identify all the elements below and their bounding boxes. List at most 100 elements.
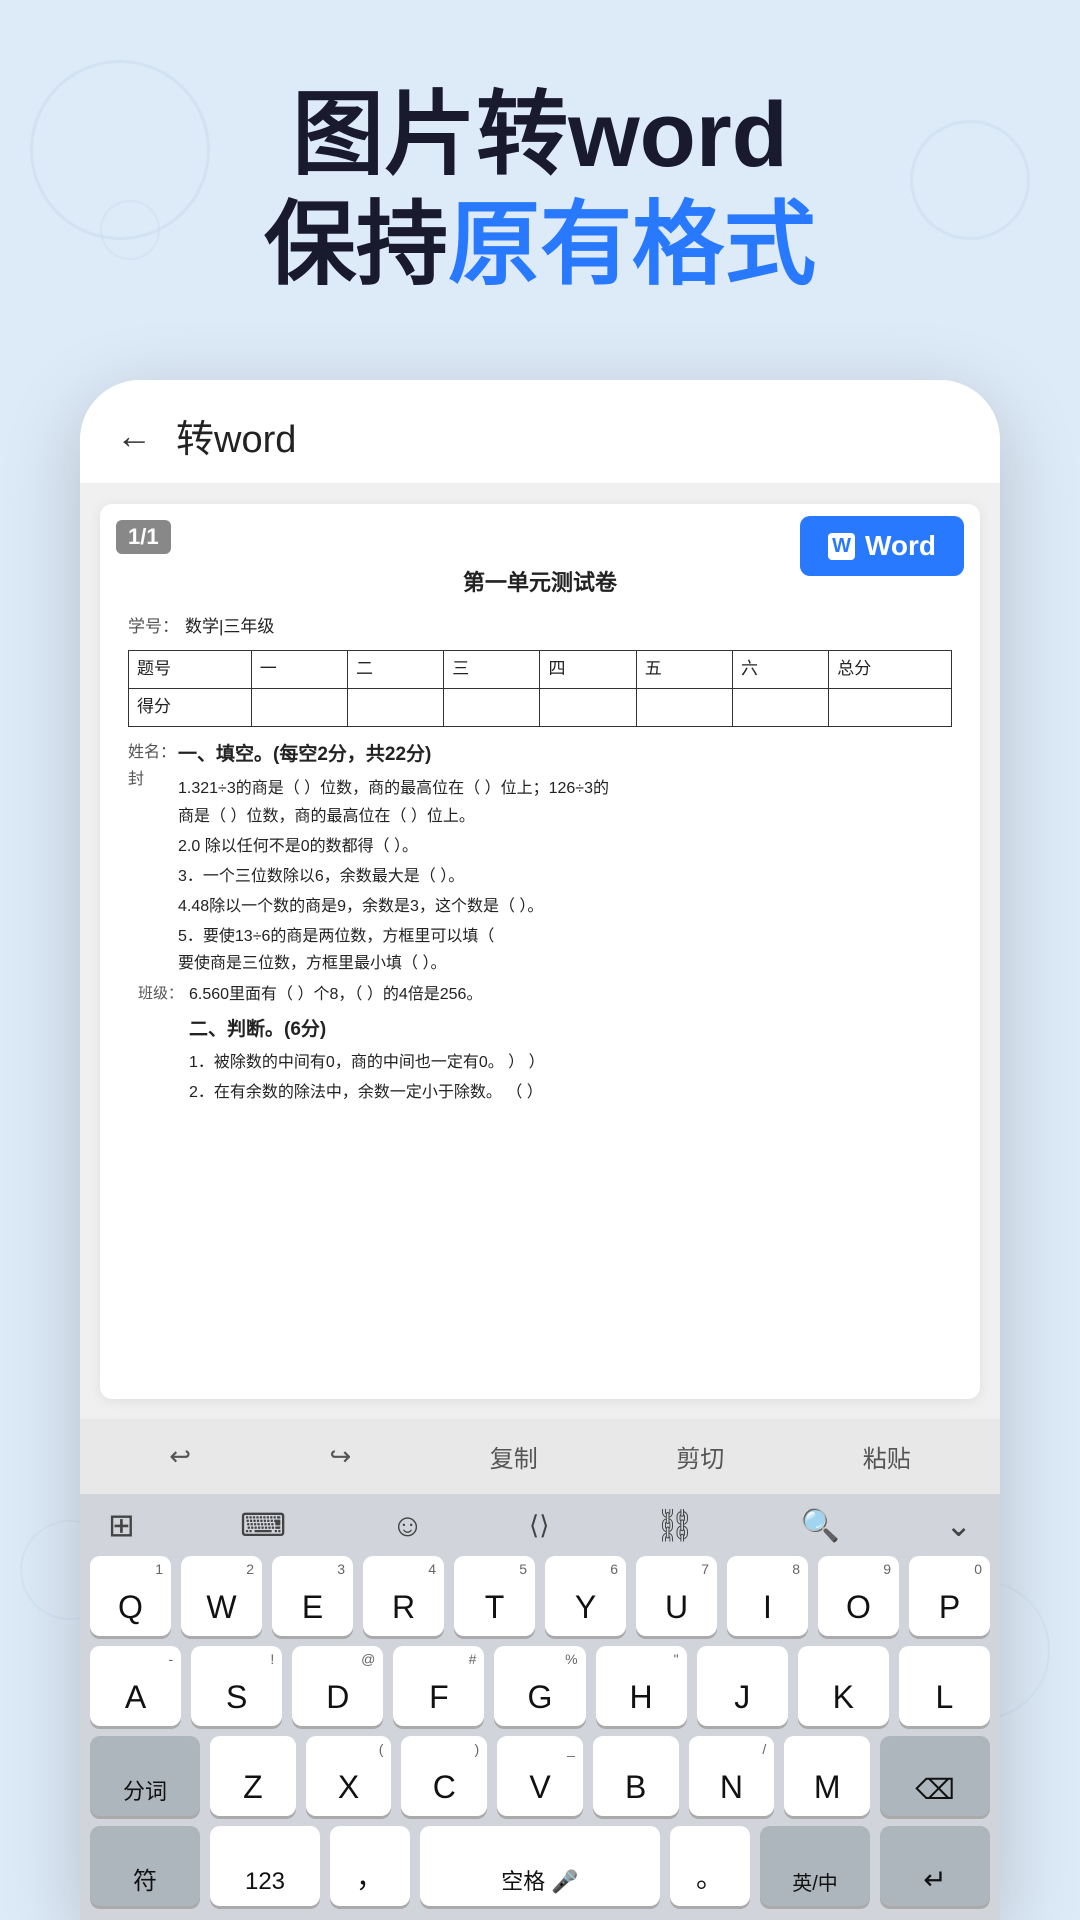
number-key[interactable]: 123 bbox=[210, 1826, 320, 1906]
doc-item: 5．要使13÷6的商是两位数，方框里可以填（要使商是三位数，方框里最小填（ ）。 bbox=[178, 923, 952, 977]
key-e[interactable]: 3E bbox=[272, 1556, 353, 1636]
doc-item: 1．被除数的中间有0，商的中间也一定有0。 ） ） bbox=[189, 1049, 545, 1076]
document-viewer: 1/1 W Word 第一单元测试卷 学号： 数学|三年级 题号 一 二 三 bbox=[100, 504, 980, 1399]
table-cell: 总分 bbox=[829, 651, 952, 689]
key-z[interactable]: Z bbox=[210, 1736, 296, 1816]
key-u[interactable]: 7U bbox=[636, 1556, 717, 1636]
key-row-2: -A !S @D #F %G "H J K L bbox=[90, 1646, 990, 1726]
kb-grid-icon[interactable]: ⊞ bbox=[108, 1506, 135, 1544]
symbol-key[interactable]: 符 bbox=[90, 1826, 200, 1906]
table-cell: 四 bbox=[540, 651, 636, 689]
key-b[interactable]: B bbox=[593, 1736, 679, 1816]
lang-switch-key[interactable]: 英/中 bbox=[760, 1826, 870, 1906]
key-k[interactable]: K bbox=[798, 1646, 889, 1726]
table-cell bbox=[636, 689, 732, 727]
header-line1: 图片转word bbox=[0, 80, 1080, 190]
key-row-3: 分词 Z (X )C _V B /N M ⌫ bbox=[90, 1736, 990, 1816]
key-v[interactable]: _V bbox=[497, 1736, 583, 1816]
header-line2: 保持原有格式 bbox=[0, 190, 1080, 300]
key-j[interactable]: J bbox=[697, 1646, 788, 1726]
doc-item: 2.0 除以任何不是0的数都得（ ）。 bbox=[178, 833, 952, 860]
doc-item: 1.321÷3的商是（ ）位数，商的最高位在（ ）位上；126÷3的商是（ ）位… bbox=[178, 775, 952, 829]
key-l[interactable]: L bbox=[899, 1646, 990, 1726]
edit-toolbar: ↩ ↪ 复制 剪切 粘贴 bbox=[80, 1419, 1000, 1494]
undo-button[interactable]: ↩ bbox=[153, 1437, 207, 1476]
key-p[interactable]: 0P bbox=[909, 1556, 990, 1636]
key-n[interactable]: /N bbox=[689, 1736, 775, 1816]
key-m[interactable]: M bbox=[784, 1736, 870, 1816]
word-button-label: Word bbox=[865, 530, 936, 562]
key-r[interactable]: 4R bbox=[363, 1556, 444, 1636]
back-button[interactable]: ← bbox=[116, 415, 152, 457]
key-g[interactable]: %G bbox=[494, 1646, 585, 1726]
score-table: 题号 一 二 三 四 五 六 总分 得分 bbox=[128, 650, 952, 727]
table-cell: 二 bbox=[347, 651, 443, 689]
content-area: 1/1 W Word 第一单元测试卷 学号： 数学|三年级 题号 一 二 三 bbox=[80, 484, 1000, 1920]
comma-key[interactable]: ， bbox=[330, 1826, 410, 1906]
key-q[interactable]: 1Q bbox=[90, 1556, 171, 1636]
table-cell: 五 bbox=[636, 651, 732, 689]
doc-item: 2．在有余数的除法中，余数一定小于除数。 （ ） bbox=[189, 1079, 545, 1106]
table-cell: 六 bbox=[732, 651, 828, 689]
doc-item: 3．一个三位数除以6，余数最大是（ ）。 bbox=[178, 863, 952, 890]
key-a[interactable]: -A bbox=[90, 1646, 181, 1726]
kb-search-icon[interactable]: 🔍 bbox=[800, 1506, 840, 1544]
section1-header: 一、填空。(每空2分，共22分) bbox=[178, 739, 952, 771]
table-cell: 题号 bbox=[129, 651, 252, 689]
page-title: 转word bbox=[176, 408, 296, 463]
doc-item: 6.560里面有（ ）个8，（ ）的4倍是256。 bbox=[189, 981, 545, 1008]
shift-key[interactable]: 分词 bbox=[90, 1736, 200, 1816]
space-key[interactable]: 空格 🎤 bbox=[420, 1826, 660, 1906]
kb-code-icon[interactable]: ⟨⟩ bbox=[529, 1510, 549, 1541]
meta-value: 数学|三年级 bbox=[185, 613, 274, 642]
table-cell bbox=[347, 689, 443, 727]
key-c[interactable]: )C bbox=[401, 1736, 487, 1816]
key-o[interactable]: 9O bbox=[818, 1556, 899, 1636]
backspace-key[interactable]: ⌫ bbox=[880, 1736, 990, 1816]
key-f[interactable]: #F bbox=[393, 1646, 484, 1726]
redo-button[interactable]: ↪ bbox=[314, 1437, 368, 1476]
table-cell bbox=[251, 689, 347, 727]
table-cell: 三 bbox=[444, 651, 540, 689]
table-cell bbox=[732, 689, 828, 727]
key-d[interactable]: @D bbox=[292, 1646, 383, 1726]
key-h[interactable]: "H bbox=[596, 1646, 687, 1726]
key-row-1: 1Q 2W 3E 4R 5T 6Y 7U 8I 9O 0P bbox=[90, 1556, 990, 1636]
word-export-button[interactable]: W Word bbox=[800, 516, 964, 576]
key-y[interactable]: 6Y bbox=[545, 1556, 626, 1636]
kb-link-icon[interactable]: ⛓ bbox=[654, 1506, 695, 1544]
period-key[interactable]: 。 bbox=[670, 1826, 750, 1906]
page-badge: 1/1 bbox=[116, 520, 171, 554]
kb-emoji-icon[interactable]: ☺ bbox=[391, 1507, 424, 1544]
header-line2-prefix: 保持 bbox=[264, 194, 448, 296]
table-cell bbox=[444, 689, 540, 727]
enter-key[interactable]: ↵ bbox=[880, 1826, 990, 1906]
phone-mockup: ← 转word 1/1 W Word 第一单元测试卷 学号： 数学|三年级 题号 bbox=[80, 380, 1000, 1920]
doc-content: 第一单元测试卷 学号： 数学|三年级 题号 一 二 三 四 五 六 总分 bbox=[100, 504, 980, 1130]
key-w[interactable]: 2W bbox=[181, 1556, 262, 1636]
key-t[interactable]: 5T bbox=[454, 1556, 535, 1636]
key-s[interactable]: !S bbox=[191, 1646, 282, 1726]
keyboard-top-row: ⊞ ⌨ ☺ ⟨⟩ ⛓ 🔍 ⌄ bbox=[80, 1494, 1000, 1556]
table-cell bbox=[829, 689, 952, 727]
key-i[interactable]: 8I bbox=[727, 1556, 808, 1636]
keyboard: ⊞ ⌨ ☺ ⟨⟩ ⛓ 🔍 ⌄ 1Q 2W 3E 4R 5T 6Y 7U 8I bbox=[80, 1494, 1000, 1920]
table-cell: 一 bbox=[251, 651, 347, 689]
doc-meta: 学号： 数学|三年级 bbox=[128, 613, 952, 642]
kb-collapse-icon[interactable]: ⌄ bbox=[945, 1506, 972, 1544]
doc-item: 4.48除以一个数的商是9，余数是3，这个数是（ ）。 bbox=[178, 893, 952, 920]
section2-header: 二、判断。(6分) bbox=[189, 1014, 545, 1046]
key-row-bottom: 符 123 ， 空格 🎤 。 英/中 ↵ bbox=[90, 1826, 990, 1906]
key-x[interactable]: (X bbox=[306, 1736, 392, 1816]
table-cell: 得分 bbox=[129, 689, 252, 727]
table-cell bbox=[540, 689, 636, 727]
paste-button[interactable]: 粘贴 bbox=[847, 1435, 927, 1478]
top-bar: ← 转word bbox=[80, 380, 1000, 484]
word-icon: W bbox=[828, 533, 855, 560]
meta-label: 学号： bbox=[128, 613, 179, 642]
kb-keyboard-icon[interactable]: ⌨ bbox=[240, 1506, 286, 1544]
header-line2-highlight: 原有格式 bbox=[448, 194, 816, 296]
cut-button[interactable]: 剪切 bbox=[660, 1435, 740, 1478]
header-section: 图片转word 保持原有格式 bbox=[0, 80, 1080, 301]
copy-button[interactable]: 复制 bbox=[474, 1435, 554, 1478]
